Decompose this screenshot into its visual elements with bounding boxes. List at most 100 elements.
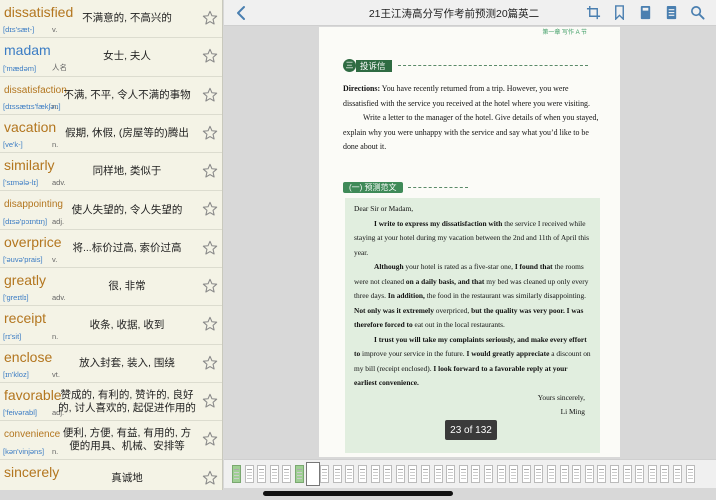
- crop-icon[interactable]: [586, 5, 601, 20]
- vocab-word: convenience: [4, 429, 61, 441]
- vocab-row[interactable]: vacation [ve'k-] n. 假期, 休假, (房屋等的)腾出: [0, 115, 222, 154]
- page-thumbnail[interactable]: [408, 465, 418, 483]
- page-thumbnail[interactable]: [395, 465, 405, 483]
- letter-greeting: Dear Sir or Madam,: [354, 204, 414, 213]
- directions-text: You have recently returned from a trip. …: [343, 84, 590, 108]
- page-thumbnail[interactable]: [635, 465, 645, 483]
- page-thumbnail[interactable]: [257, 465, 267, 483]
- page-thumbnail[interactable]: [484, 465, 493, 483]
- page-thumbnail[interactable]: [433, 465, 443, 483]
- page-thumbnail[interactable]: [521, 465, 531, 483]
- star-icon[interactable]: [202, 125, 218, 141]
- star-icon[interactable]: [202, 355, 218, 371]
- page-thumbnail[interactable]: [673, 465, 682, 483]
- thumbnail-current[interactable]: [305, 462, 320, 486]
- page-thumbnail[interactable]: [446, 465, 456, 483]
- search-icon[interactable]: [690, 5, 705, 20]
- letter-text: the food in the restaurant was similarly…: [424, 291, 586, 300]
- page-thumbnail[interactable]: [572, 465, 582, 483]
- list-icon[interactable]: [664, 5, 679, 20]
- vocab-phonetic: ['feivərabl]: [3, 408, 37, 418]
- vocab-meaning: 使人失望的, 令人失望的: [71, 203, 183, 216]
- vocab-row[interactable]: receipt [rɪ'sit] n. 收条, 收据, 收到: [0, 306, 222, 345]
- star-icon[interactable]: [202, 201, 218, 217]
- star-icon[interactable]: [202, 470, 218, 486]
- thumbnail-strip[interactable]: [224, 459, 716, 488]
- star-icon[interactable]: [202, 316, 218, 332]
- page-thumbnail[interactable]: [458, 465, 468, 483]
- vocab-meaning: 将...标价过高, 索价过高: [72, 241, 182, 254]
- vocab-part-of-speech: v.: [52, 25, 58, 35]
- vocab-meaning: 收条, 收据, 收到: [89, 318, 165, 331]
- vocab-row[interactable]: greatly ['greɪtlɪ] adv. 很, 非常: [0, 268, 222, 307]
- page-thumbnail[interactable]: [584, 465, 594, 483]
- vocab-row[interactable]: sincerely 真诚地: [0, 460, 222, 490]
- star-icon[interactable]: [202, 10, 218, 26]
- page-thumbnail[interactable]: [244, 465, 254, 483]
- star-icon[interactable]: [202, 163, 218, 179]
- page-thumbnail[interactable]: [295, 465, 304, 483]
- page-thumbnail[interactable]: [320, 465, 330, 483]
- app: dissatisfied [dɪs'sæt-] v. 不满意的, 不高兴的 madam[…: [0, 0, 716, 500]
- vocab-row[interactable]: convenience [kən'vinjəns] n. 便利, 方便, 有益, 有用…: [0, 421, 222, 460]
- directions: Directions: You have recently returned f…: [343, 82, 599, 155]
- home-indicator: [263, 491, 453, 496]
- calculator-icon[interactable]: [638, 5, 653, 20]
- star-icon[interactable]: [202, 431, 218, 447]
- page-thumbnail[interactable]: [282, 465, 292, 483]
- vocab-row[interactable]: favorable ['feivərabl] adj. 赞成的, 有利的, 赞许的, …: [0, 383, 222, 422]
- page-thumbnail[interactable]: [332, 465, 342, 483]
- vocab-meaning: 不满意的, 不高兴的: [82, 12, 172, 25]
- letter-bold-phrase: Although: [374, 262, 404, 271]
- vocab-row[interactable]: similarly ['sɪmələ-lɪ] adv. 同样地, 类似于: [0, 153, 222, 192]
- letter-bold-phrase: Not only was it extremely: [354, 305, 434, 315]
- page-thumbnail[interactable]: [509, 465, 519, 483]
- page-thumbnail[interactable]: [559, 465, 569, 483]
- vocab-row[interactable]: enclose [ɪn'kloz] vt. 放入封套, 装入, 围绕: [0, 345, 222, 383]
- page-thumbnail[interactable]: [647, 465, 657, 483]
- page-thumbnail[interactable]: [345, 465, 355, 483]
- star-icon[interactable]: [202, 87, 218, 103]
- page-thumbnail[interactable]: [622, 465, 632, 483]
- page-thumbnail[interactable]: [597, 465, 607, 483]
- page-thumbnail[interactable]: [547, 465, 556, 483]
- letter-closing: Yours sincerely,: [537, 392, 585, 402]
- directions-lead: Directions:: [343, 84, 381, 93]
- star-icon[interactable]: [202, 240, 218, 256]
- page-thumbnail[interactable]: [496, 465, 506, 483]
- page-thumbnail[interactable]: [370, 465, 380, 483]
- star-icon[interactable]: [202, 278, 218, 294]
- page-thumbnail[interactable]: [534, 465, 544, 483]
- vocab-phonetic: [dɪsə'pɔɪntɪŋ]: [3, 216, 48, 226]
- letter-bold-phrase: I found that: [514, 262, 553, 271]
- back-chevron-icon[interactable]: [234, 5, 250, 21]
- bookmark-icon[interactable]: [612, 5, 627, 20]
- vocab-row[interactable]: dissatisfied [dɪs'sæt-] v. 不满意的, 不高兴的: [0, 0, 222, 39]
- vocab-word: greatly: [4, 272, 47, 289]
- section-divider: [397, 65, 588, 66]
- star-icon[interactable]: [202, 393, 218, 409]
- vocab-phonetic: ['mædəm]: [3, 63, 37, 73]
- page-thumbnail[interactable]: [685, 465, 695, 483]
- page-thumbnail[interactable]: [471, 465, 481, 483]
- page-thumbnail[interactable]: [232, 465, 241, 483]
- vocab-meaning: 假期, 休假, (房屋等的)腾出: [65, 127, 189, 140]
- vocab-row[interactable]: madam ['mædəm] 人名 女士, 夫人: [0, 38, 222, 77]
- page-thumbnail[interactable]: [421, 465, 430, 483]
- letter-paragraph-1: I write to express my dissatisfaction wi…: [354, 217, 591, 261]
- page-thumbnail[interactable]: [660, 465, 670, 483]
- vocab-phonetic: [rɪ'sit]: [3, 331, 22, 341]
- vocab-row[interactable]: overprice ['əuvə'prais] v. 将...标价过高, 索价过高: [0, 230, 222, 269]
- document-page: 第一章 写作 A 节 三 投诉信 Directions: You have re…: [319, 27, 620, 457]
- letter-bold-phrase: In addition,: [387, 291, 425, 300]
- vocab-phonetic: ['sɪmələ-lɪ]: [3, 178, 39, 188]
- star-icon[interactable]: [202, 48, 218, 64]
- letter-bold-phrase: I write to express my dissatisfaction wi…: [374, 218, 503, 228]
- page-thumbnail[interactable]: [269, 465, 279, 483]
- page-thumbnail[interactable]: [358, 465, 367, 483]
- vocab-row[interactable]: disappointing [dɪsə'pɔɪntɪŋ] adj. 使人失望的, 令人…: [0, 191, 222, 230]
- vocab-word: disappointing: [4, 199, 63, 211]
- page-thumbnail[interactable]: [610, 465, 619, 483]
- page-thumbnail[interactable]: [383, 465, 393, 483]
- vocab-row[interactable]: dissatisfaction [dɪssætɪs'fækʃən] n. 不满, 不平…: [0, 77, 222, 115]
